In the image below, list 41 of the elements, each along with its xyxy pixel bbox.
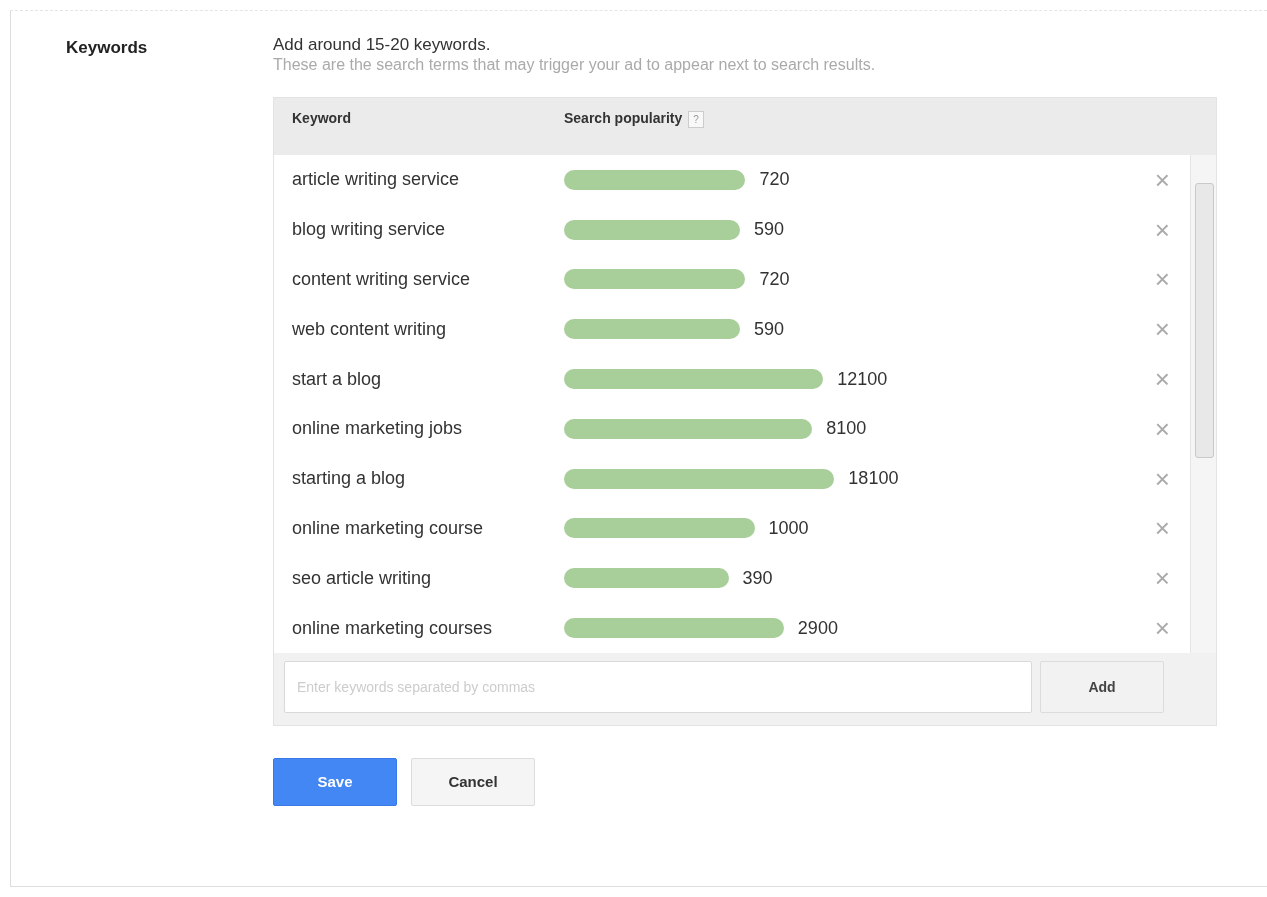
keyword-text: seo article writing (291, 566, 433, 590)
keyword-text: web content writing (291, 317, 448, 341)
scrollbar-thumb[interactable] (1195, 183, 1214, 458)
keyword-text: article writing service (291, 168, 461, 192)
column-header: Search popularity (564, 110, 683, 126)
keyword-text: online marketing courses (291, 616, 494, 640)
instruction-text: Add around 15-20 keywords. (273, 35, 492, 55)
keyword-text: blog writing service (291, 218, 447, 242)
remove-button[interactable]: × (1154, 565, 1170, 592)
remove-button[interactable]: × (1154, 615, 1170, 642)
search-volume: 590 (753, 317, 784, 341)
add-button[interactable]: Add (1040, 661, 1164, 713)
search-volume: 390 (742, 566, 773, 590)
search-volume: 1000 (768, 516, 809, 540)
keyword-text: starting a blog (291, 467, 407, 491)
search-volume: 720 (759, 268, 790, 291)
cancel-button[interactable]: Cancel (411, 758, 535, 806)
description-text: These are the search terms that may trigger your ad to appear next to search results. (273, 55, 877, 75)
section-label: Keywords (65, 37, 149, 59)
remove-button[interactable]: × (1154, 465, 1170, 492)
remove-button[interactable]: × (1154, 366, 1170, 393)
search-volume: 590 (753, 218, 784, 242)
remove-button[interactable]: × (1154, 216, 1170, 243)
keyword-text: online marketing jobs (291, 417, 464, 441)
remove-button[interactable]: × (1154, 266, 1170, 293)
search-volume: 12100 (837, 367, 888, 391)
search-volume: 18100 (848, 467, 899, 491)
search-volume: 2900 (797, 616, 838, 640)
keyword-text: online marketing course (291, 516, 485, 540)
keyword-text: content writing service (291, 268, 472, 291)
save-button[interactable]: Save (273, 758, 397, 806)
remove-button[interactable]: × (1154, 515, 1170, 542)
remove-button[interactable]: × (1154, 415, 1170, 442)
scrollbar[interactable] (1190, 155, 1216, 653)
remove-button[interactable]: × (1154, 316, 1170, 343)
search-volume: 8100 (826, 417, 867, 441)
help-icon[interactable]: ? (688, 111, 704, 128)
search-volume: 720 (759, 168, 790, 192)
keyword-text: start a blog (291, 367, 383, 391)
column-header: Keyword (291, 109, 353, 128)
remove-button[interactable]: × (1154, 166, 1170, 193)
